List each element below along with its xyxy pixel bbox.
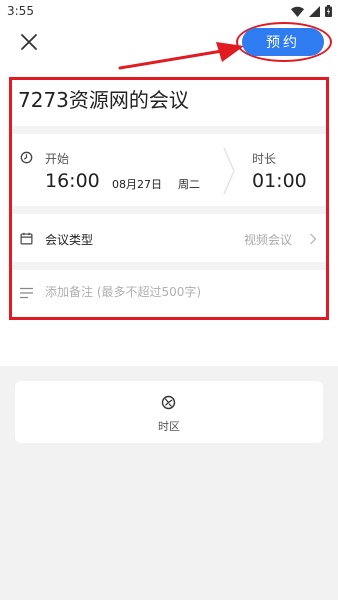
calendar-icon (20, 232, 33, 245)
duration-value[interactable]: 01:00 (252, 170, 307, 192)
notes-input[interactable] (45, 283, 315, 301)
divider (10, 262, 328, 270)
start-weekday[interactable]: 周二 (178, 176, 200, 192)
timezone-label: 时区 (158, 420, 180, 433)
status-bar: 3:55 (0, 0, 338, 24)
battery-icon (325, 5, 332, 17)
annotation-arrow (118, 42, 244, 70)
signal-icon (309, 5, 320, 17)
meeting-type-label[interactable]: 会议类型 (45, 231, 93, 248)
status-icons (291, 5, 332, 17)
start-date[interactable]: 08月27日 (112, 176, 162, 192)
meeting-type-value[interactable]: 视频会议 (244, 231, 292, 248)
close-icon[interactable] (17, 30, 41, 54)
notes-icon (20, 287, 33, 299)
status-time: 3:55 (7, 4, 34, 18)
book-button[interactable]: 预约 (242, 28, 324, 56)
wifi-icon (291, 6, 304, 17)
meeting-title[interactable]: 7273资源网的会议 (18, 84, 189, 113)
divider (10, 126, 328, 134)
start-time[interactable]: 16:00 (45, 170, 100, 192)
timezone-icon[interactable] (161, 395, 176, 410)
chevron-right-icon[interactable] (309, 233, 317, 245)
duration-label: 时长 (252, 152, 277, 166)
divider (10, 206, 328, 214)
clock-icon (20, 151, 33, 164)
chevron-right-icon (223, 147, 235, 195)
start-label: 开始 (45, 152, 70, 166)
